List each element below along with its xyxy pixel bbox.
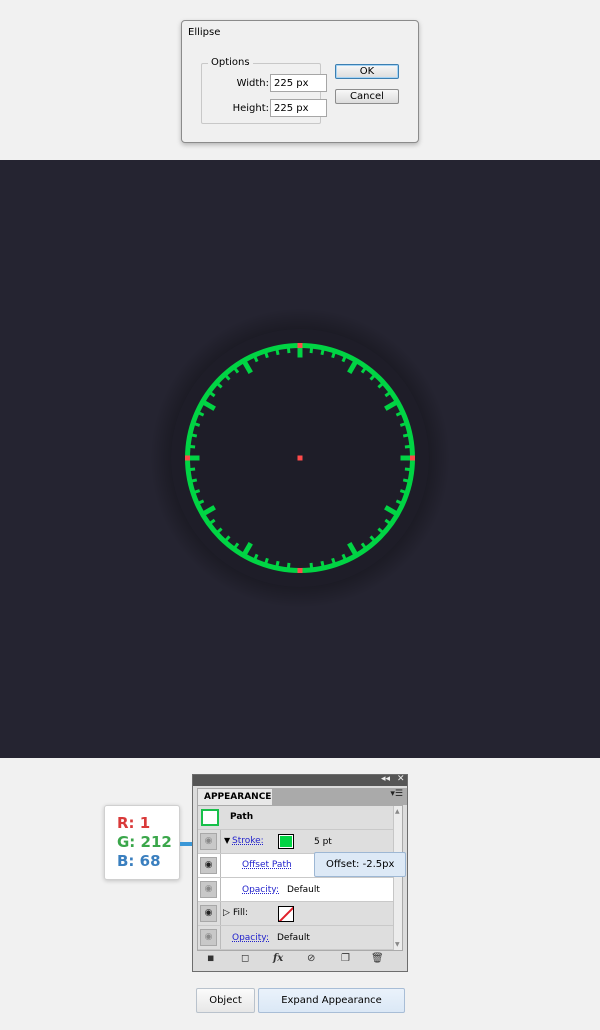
- minute-tick: [275, 560, 280, 569]
- cancel-button[interactable]: Cancel: [335, 89, 399, 104]
- opacity-link[interactable]: Opacity:: [242, 885, 279, 895]
- minute-tick: [286, 562, 291, 571]
- duplicate-icon[interactable]: ❐: [341, 953, 350, 964]
- trash-icon[interactable]: 🗑: [371, 953, 384, 964]
- width-row: Width: 225 px: [202, 74, 327, 94]
- minute-tick: [399, 421, 408, 427]
- green-value: G: 212: [117, 833, 172, 851]
- fill-label: Fill:: [233, 908, 249, 918]
- anchor-point[interactable]: [410, 455, 415, 461]
- opacity-value: Default: [287, 885, 320, 895]
- path-row[interactable]: Path: [198, 806, 395, 830]
- fx-icon[interactable]: fx: [273, 953, 283, 964]
- minute-tick: [263, 557, 269, 566]
- minute-tick: [286, 345, 291, 354]
- new-stroke-icon[interactable]: ◾: [207, 953, 214, 964]
- minute-tick: [187, 444, 196, 449]
- blue-value: B: 68: [117, 852, 161, 870]
- center-point[interactable]: [297, 455, 303, 461]
- eye-icon[interactable]: ◉: [200, 929, 217, 946]
- column-divider: [220, 878, 221, 901]
- collapse-triangle-icon[interactable]: ▷: [223, 908, 230, 918]
- minute-tick: [275, 347, 280, 356]
- collapse-icon[interactable]: ◂◂: [381, 774, 390, 784]
- close-icon[interactable]: ✕: [397, 774, 405, 784]
- minute-tick: [404, 467, 413, 472]
- panel-scrollbar[interactable]: ▲ ▼: [393, 806, 402, 950]
- clock-artwork: [150, 308, 450, 608]
- anchor-point[interactable]: [297, 568, 303, 573]
- minute-tick: [189, 433, 198, 438]
- minute-tick: [192, 421, 201, 427]
- options-group-label: Options: [208, 57, 253, 68]
- panel-menu-icon[interactable]: ▾☰: [390, 789, 403, 799]
- height-label: Height:: [232, 103, 269, 114]
- expand-triangle-icon[interactable]: ▼: [224, 836, 230, 845]
- eye-icon[interactable]: ◉: [200, 857, 217, 874]
- tab-strip: [273, 788, 407, 805]
- offset-tooltip: Offset: -2.5px: [314, 852, 406, 877]
- opacity-link[interactable]: Opacity:: [232, 933, 269, 943]
- options-group: Options Width: 225 px Height: 225 px: [201, 57, 327, 124]
- minute-tick: [402, 478, 411, 483]
- height-row: Height: 225 px: [202, 99, 327, 119]
- column-divider: [220, 926, 221, 949]
- stroke-row[interactable]: ◉ ▼ Stroke: 5 pt: [198, 830, 395, 854]
- path-thumbnail-icon: [201, 809, 219, 826]
- minute-tick: [404, 444, 413, 449]
- minute-tick: [189, 478, 198, 483]
- stroke-link[interactable]: Stroke:: [232, 836, 264, 846]
- minute-tick: [320, 347, 325, 356]
- minute-tick: [263, 350, 269, 359]
- stroke-opacity-row[interactable]: ◉ Opacity: Default: [198, 878, 395, 902]
- ellipse-dialog: Ellipse Options Width: 225 px Height: 22…: [181, 20, 419, 143]
- dialog-title: Ellipse: [188, 27, 221, 38]
- column-divider: [220, 902, 221, 925]
- width-input[interactable]: 225 px: [270, 74, 327, 92]
- width-label: Width:: [236, 78, 269, 89]
- column-divider: [220, 854, 221, 877]
- eye-icon[interactable]: ◉: [200, 881, 217, 898]
- column-divider: [220, 830, 221, 853]
- minute-tick: [402, 433, 411, 438]
- color-readout-card: R: 1 G: 212 B: 68: [104, 805, 180, 880]
- object-button[interactable]: Object: [196, 988, 255, 1013]
- eye-icon[interactable]: ◉: [200, 833, 217, 850]
- height-input[interactable]: 225 px: [270, 99, 327, 117]
- minute-tick: [399, 489, 408, 495]
- panel-title-bar: ◂◂ ✕: [193, 774, 407, 786]
- red-value: R: 1: [117, 814, 151, 832]
- path-opacity-row[interactable]: ◉ Opacity: Default: [198, 926, 395, 950]
- stroke-color-swatch[interactable]: [278, 834, 294, 849]
- fill-row[interactable]: ◉ ▷ Fill:: [198, 902, 395, 926]
- tab-appearance[interactable]: APPEARANCE: [197, 788, 273, 805]
- minute-tick: [331, 350, 337, 359]
- artboard-canvas[interactable]: [0, 160, 600, 758]
- anchor-point[interactable]: [297, 343, 303, 348]
- clear-icon[interactable]: ⊘: [307, 953, 315, 964]
- eye-icon[interactable]: ◉: [200, 905, 217, 922]
- minute-tick: [320, 560, 325, 569]
- expand-appearance-button[interactable]: Expand Appearance: [258, 988, 405, 1013]
- anchor-point[interactable]: [185, 455, 190, 461]
- minute-tick: [309, 562, 314, 571]
- offset-path-link[interactable]: Offset Path: [242, 860, 292, 870]
- ok-button[interactable]: OK: [335, 64, 399, 79]
- opacity-value: Default: [277, 933, 310, 943]
- stroke-weight[interactable]: 5 pt: [314, 837, 332, 847]
- minute-tick: [192, 489, 201, 495]
- path-label: Path: [230, 812, 254, 822]
- minute-tick: [309, 345, 314, 354]
- minute-tick: [187, 467, 196, 472]
- panel-footer: ◾ ◻ fx ⊘ ❐ 🗑: [197, 952, 403, 968]
- new-fill-icon[interactable]: ◻: [241, 953, 249, 964]
- minute-tick: [331, 557, 337, 566]
- appearance-list: Path ◉ ▼ Stroke: 5 pt ◉ Offset Path ◉ Op…: [197, 805, 403, 951]
- fill-none-swatch[interactable]: [278, 906, 294, 922]
